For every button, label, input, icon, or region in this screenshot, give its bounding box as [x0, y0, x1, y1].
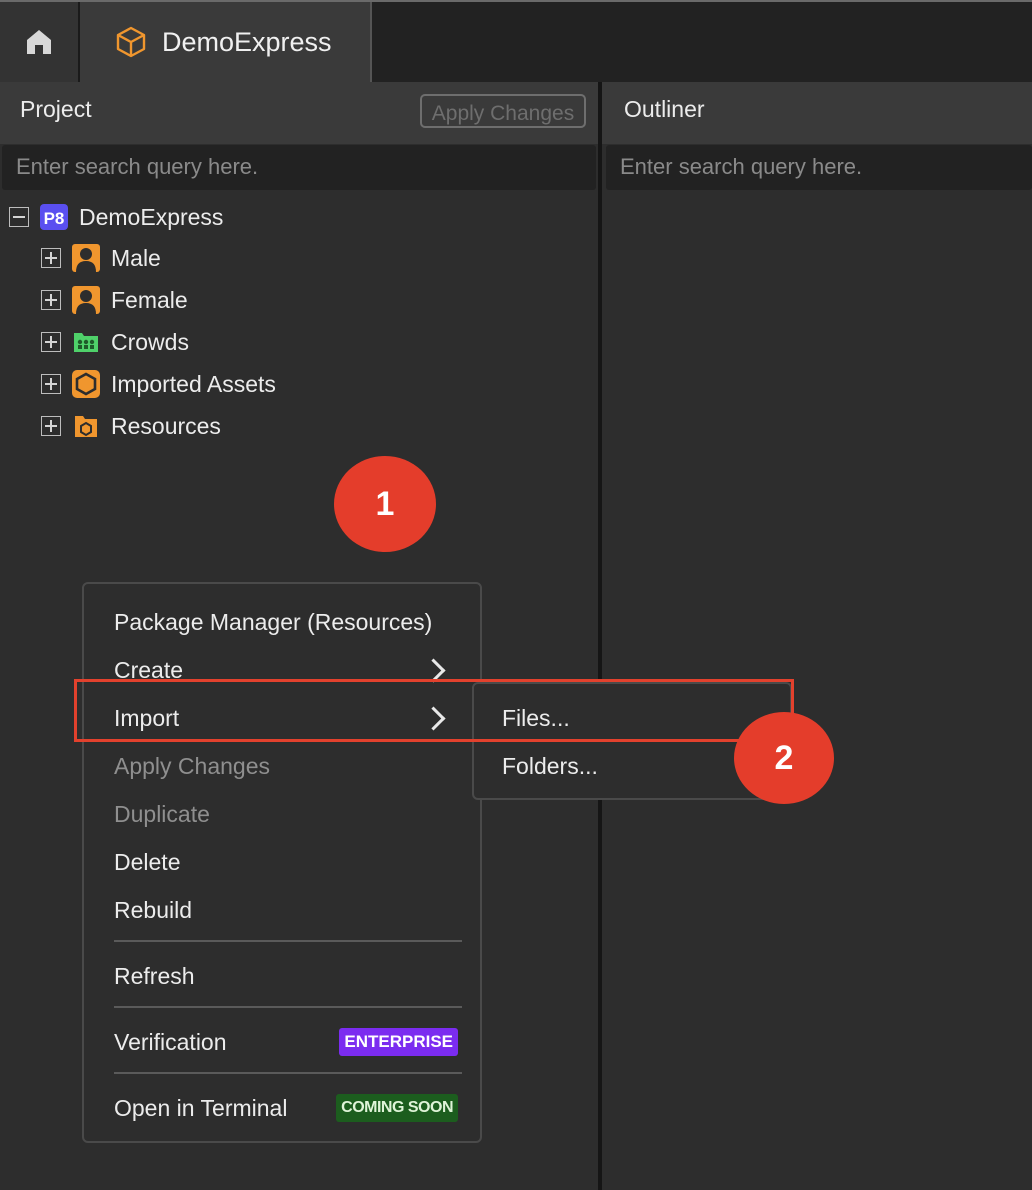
menu-separator: [114, 940, 462, 942]
menu-item-refresh[interactable]: Refresh: [114, 956, 195, 996]
menu-item-apply-changes: Apply Changes: [114, 752, 270, 779]
coming-soon-badge: COMING SOON: [336, 1094, 458, 1122]
tree-item-label: Female: [111, 286, 188, 313]
tree-item-resources[interactable]: Resources: [41, 406, 221, 446]
step-badge-1: 1: [334, 456, 436, 552]
collapse-toggle[interactable]: [9, 207, 29, 227]
top-tab-bar: DemoExpress: [0, 0, 1032, 82]
menu-item-duplicate: Duplicate: [114, 800, 210, 827]
home-icon: [27, 30, 51, 54]
menu-item-package-manager[interactable]: Package Manager (Resources): [114, 602, 432, 642]
panel-title-outliner: Outliner: [624, 96, 705, 122]
expand-toggle[interactable]: [41, 416, 61, 436]
tab-demoexpress[interactable]: DemoExpress: [80, 2, 372, 82]
menu-item-label: Open in Terminal: [114, 1094, 288, 1121]
hexagon-icon: [71, 369, 101, 399]
cube-icon: [116, 26, 146, 58]
expand-toggle[interactable]: [41, 332, 61, 352]
tree-item-female[interactable]: Female: [41, 280, 188, 320]
expand-toggle[interactable]: [41, 248, 61, 268]
context-menu: Package Manager (Resources) Create Impor…: [82, 582, 482, 1143]
tree-item-label: Imported Assets: [111, 370, 276, 397]
expand-toggle[interactable]: [41, 374, 61, 394]
step-badge-2: 2: [734, 712, 834, 804]
tree-item-crowds[interactable]: Crowds: [41, 322, 189, 362]
menu-separator: [114, 1072, 462, 1074]
apply-changes-button[interactable]: Apply Changes: [420, 94, 586, 128]
menu-item-rebuild[interactable]: Rebuild: [114, 890, 192, 930]
p8-project-icon: P8: [39, 202, 69, 232]
tree-item-imported-assets[interactable]: Imported Assets: [41, 364, 276, 404]
expand-toggle[interactable]: [41, 290, 61, 310]
tab-label: DemoExpress: [162, 26, 332, 57]
project-panel-header: Project Apply Changes: [0, 82, 598, 144]
submenu-item-folders[interactable]: Folders...: [502, 746, 598, 786]
tree-item-label: Resources: [111, 412, 221, 439]
home-tab[interactable]: [0, 2, 80, 82]
menu-item-delete[interactable]: Delete: [114, 842, 180, 882]
menu-separator: [114, 1006, 462, 1008]
person-icon: [71, 243, 101, 273]
import-highlight-box: [74, 679, 794, 742]
resource-folder-icon: [71, 411, 101, 441]
panel-title-project: Project: [20, 96, 92, 122]
project-search-input[interactable]: Enter search query here.: [2, 145, 596, 190]
crowd-folder-icon: [71, 327, 101, 357]
outliner-panel-header: Outliner: [602, 82, 1032, 144]
tree-item-label: Male: [111, 244, 161, 271]
panel-divider[interactable]: [598, 82, 602, 1190]
enterprise-badge: ENTERPRISE: [339, 1028, 458, 1056]
tree-item-label: Crowds: [111, 328, 189, 355]
tree-root-label: DemoExpress: [79, 203, 224, 230]
svg-text:P8: P8: [44, 209, 65, 228]
person-icon: [71, 285, 101, 315]
menu-item-label: Verification: [114, 1028, 227, 1055]
tree-item-male[interactable]: Male: [41, 238, 161, 278]
outliner-search-input[interactable]: Enter search query here.: [606, 145, 1032, 190]
tree-root-row[interactable]: P8 DemoExpress: [9, 197, 223, 237]
